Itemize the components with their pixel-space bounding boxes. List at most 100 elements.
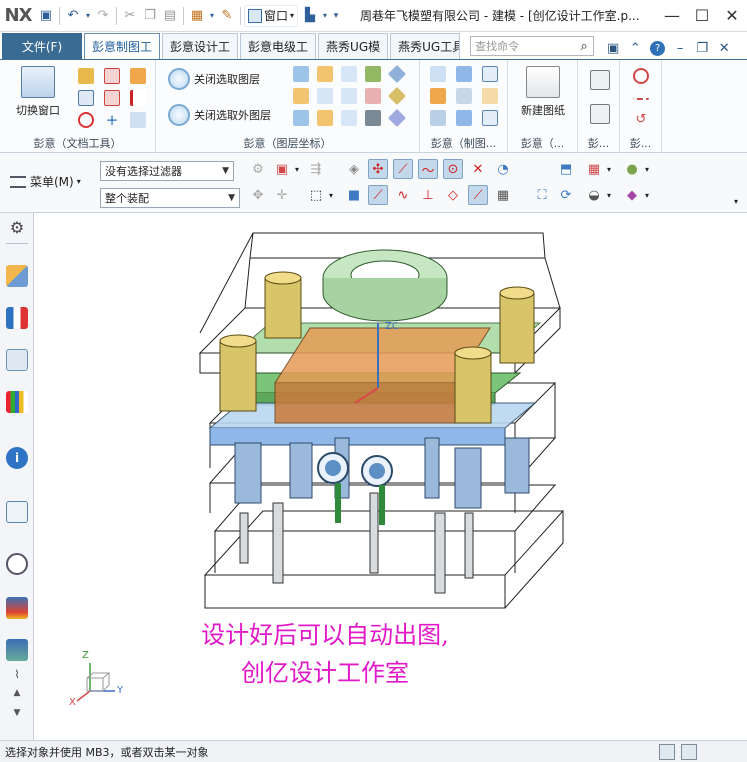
fit-icon[interactable]: ⛶ bbox=[532, 185, 552, 205]
menu-button[interactable]: 菜单(M) ▾ bbox=[10, 173, 81, 190]
chevron-down-icon[interactable]: ▾ bbox=[642, 185, 652, 205]
select-box-icon[interactable]: ▣ bbox=[272, 159, 292, 179]
rotate-view-icon[interactable]: ⟳ bbox=[556, 185, 576, 205]
assembly-navigator-icon[interactable] bbox=[6, 265, 28, 287]
close-other-layers-button[interactable]: 关闭选取外图层 bbox=[168, 104, 271, 126]
mirror-icon[interactable] bbox=[341, 88, 357, 104]
dimension-icon[interactable] bbox=[104, 68, 120, 84]
page-icon[interactable] bbox=[482, 66, 498, 82]
select-feature-icon[interactable]: ⇶ bbox=[306, 159, 326, 179]
snap-center-icon[interactable]: ⊙ bbox=[443, 159, 463, 179]
graphics-window[interactable]: ZC Z Y X 设计好后可以自动出图, 创亿设计工作室 bbox=[35, 213, 747, 740]
collapse-ribbon-icon[interactable]: ⌃ bbox=[624, 41, 646, 56]
layer-diamond-icon[interactable] bbox=[387, 108, 407, 128]
layer-diamond-icon[interactable] bbox=[387, 64, 407, 84]
layer-visible-icon[interactable]: ◆ bbox=[622, 185, 642, 205]
view-orient-icon[interactable]: ⬒ bbox=[556, 159, 576, 179]
window-menu[interactable]: 窗口 ▾ bbox=[244, 4, 299, 27]
grid-icon[interactable] bbox=[430, 88, 446, 104]
web-browser-icon[interactable] bbox=[6, 501, 28, 523]
chevron-down-icon[interactable]: ▾ bbox=[730, 191, 742, 211]
add-icon[interactable]: + bbox=[104, 112, 120, 128]
sphere-icon[interactable]: ● bbox=[622, 159, 642, 179]
snap-curve-icon[interactable]: ∿ bbox=[393, 185, 413, 205]
layer-grid-icon[interactable] bbox=[317, 66, 333, 82]
close-button[interactable]: ✕ bbox=[717, 1, 747, 31]
snap-end-icon[interactable]: ⟋ bbox=[368, 185, 388, 205]
tab-yanxiu-tools[interactable]: 燕秀UG工具 bbox=[390, 33, 461, 59]
arrow-left-icon[interactable] bbox=[317, 88, 333, 104]
undo-icon[interactable]: ↶ bbox=[63, 6, 83, 26]
part-navigator-icon[interactable] bbox=[6, 349, 28, 371]
snap-point-icon[interactable]: ✣ bbox=[368, 159, 388, 179]
chevron-down-icon[interactable]: ▾ bbox=[320, 6, 330, 26]
close-icon[interactable]: ✕ bbox=[713, 41, 735, 56]
layer-grid-icon[interactable] bbox=[317, 110, 333, 126]
chevron-down-icon[interactable]: ▾ bbox=[207, 6, 217, 26]
tab-caiyi-electrode[interactable]: 彭意电级工 bbox=[240, 33, 317, 59]
cube-icon[interactable] bbox=[456, 88, 472, 104]
info-icon[interactable]: i bbox=[6, 447, 28, 469]
maximize-button[interactable]: ☐ bbox=[687, 1, 717, 31]
chevron-down-icon[interactable]: ▾ bbox=[83, 6, 93, 26]
tab-caiyi-drawing[interactable]: 彭意制图工 bbox=[84, 33, 161, 59]
eraser-icon[interactable]: ◈ bbox=[344, 159, 364, 179]
switch-window-button[interactable]: 切换窗口 bbox=[8, 66, 68, 118]
layer-grid-icon[interactable] bbox=[293, 110, 309, 126]
layer-icon[interactable] bbox=[365, 66, 381, 82]
layer-icon[interactable] bbox=[365, 88, 381, 104]
command-icon[interactable]: ▦ bbox=[187, 6, 207, 26]
select-filter-icon[interactable]: ⚙ bbox=[248, 159, 268, 179]
paste-icon[interactable]: ▤ bbox=[160, 6, 180, 26]
move-icon[interactable]: ✥ bbox=[248, 185, 268, 205]
chevron-up-icon[interactable]: ▲ bbox=[6, 688, 28, 700]
line-icon[interactable] bbox=[633, 90, 649, 100]
rect-select-icon[interactable]: ⬚ bbox=[306, 185, 326, 205]
mirror-icon[interactable] bbox=[341, 110, 357, 126]
type-filter-select[interactable]: 没有选择过滤器 ▼ bbox=[100, 161, 234, 181]
roles-icon[interactable]: ⌇ bbox=[6, 668, 28, 682]
snap-wave-icon[interactable]: 〜 bbox=[418, 159, 438, 179]
refresh-icon[interactable] bbox=[78, 112, 94, 128]
help-icon[interactable]: ? bbox=[650, 41, 666, 56]
render-style-icon[interactable]: ▦ bbox=[584, 159, 604, 179]
snap-quadrant-icon[interactable]: ◇ bbox=[443, 185, 463, 205]
selection-mode-icon[interactable] bbox=[659, 744, 675, 760]
window-icon[interactable]: ▣ bbox=[602, 41, 624, 56]
cut-icon[interactable]: ✂ bbox=[120, 6, 140, 26]
measure-icon[interactable]: ✎ bbox=[217, 6, 237, 26]
page-icon[interactable] bbox=[482, 88, 498, 104]
cube-icon[interactable] bbox=[456, 110, 472, 126]
close-selected-layer-button[interactable]: 关闭选取图层 bbox=[168, 68, 260, 90]
snap-tangent-icon[interactable]: ◔ bbox=[493, 159, 513, 179]
cursor-icon[interactable] bbox=[430, 110, 446, 126]
search-icon[interactable]: ⌕ bbox=[575, 39, 593, 54]
history-icon[interactable] bbox=[6, 553, 28, 575]
file-tab[interactable]: 文件(F) bbox=[2, 33, 82, 59]
table-icon[interactable] bbox=[590, 70, 610, 90]
snap-perpendicular-icon[interactable]: ⊥ bbox=[418, 185, 438, 205]
redo-icon[interactable]: ↷ bbox=[93, 6, 113, 26]
page-icon[interactable] bbox=[482, 110, 498, 126]
folder-icon[interactable] bbox=[78, 68, 94, 84]
mirror-icon[interactable] bbox=[341, 66, 357, 82]
target-icon[interactable] bbox=[633, 68, 649, 84]
layer-grid-icon[interactable] bbox=[293, 66, 309, 82]
chevron-down-icon[interactable]: ▾ bbox=[604, 159, 614, 179]
reuse-library-icon[interactable] bbox=[6, 391, 28, 413]
minimize-button[interactable]: — bbox=[657, 1, 687, 31]
snap-existing-icon[interactable]: ⟋ bbox=[468, 185, 488, 205]
chevron-down-icon[interactable]: ▾ bbox=[642, 159, 652, 179]
snap-grid-icon[interactable]: ▦ bbox=[493, 185, 513, 205]
rotate-icon[interactable]: ↺ bbox=[633, 112, 649, 128]
minimize-icon[interactable]: – bbox=[669, 41, 691, 56]
shaded-icon[interactable]: ◒ bbox=[584, 185, 604, 205]
frame-icon[interactable] bbox=[590, 104, 610, 124]
chevron-down-icon[interactable]: ▾ bbox=[292, 159, 302, 179]
view-icon[interactable] bbox=[430, 66, 446, 82]
stack-icon[interactable] bbox=[365, 110, 381, 126]
layout-icon[interactable]: ▙ bbox=[300, 6, 320, 26]
tab-caiyi-design[interactable]: 彭意设计工 bbox=[162, 33, 239, 59]
copy-icon[interactable]: ❐ bbox=[140, 6, 160, 26]
chevron-down-icon[interactable]: ▾ bbox=[326, 185, 336, 205]
